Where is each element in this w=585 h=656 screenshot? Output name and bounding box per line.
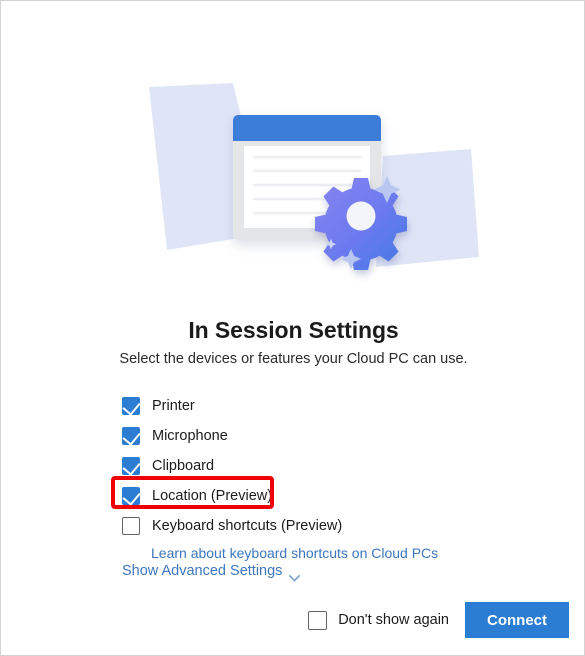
checkbox-dont-show-again[interactable] — [308, 610, 328, 630]
checkbox-printer[interactable] — [122, 397, 141, 416]
settings-window-gear-illustration — [1, 1, 584, 301]
check-icon — [122, 397, 141, 416]
option-label-microphone: Microphone — [152, 428, 228, 444]
option-row-keyboard-shortcuts[interactable]: Keyboard shortcuts (Preview) — [122, 511, 522, 541]
connect-button[interactable]: Connect — [465, 602, 569, 638]
page-subtitle: Select the devices or features your Clou… — [119, 351, 468, 367]
keyboard-help-link-row: Learn about keyboard shortcuts on Cloud … — [122, 541, 522, 565]
option-row-clipboard[interactable]: Clipboard — [122, 451, 522, 481]
option-label-clipboard: Clipboard — [152, 458, 215, 474]
page-title: In Session Settings — [188, 317, 399, 343]
dialog-footer: Don't show again Connect — [1, 601, 584, 639]
show-advanced-settings-toggle[interactable]: Show Advanced Settings — [122, 563, 301, 582]
option-row-microphone[interactable]: Microphone — [122, 421, 522, 451]
checkbox-keyboard-shortcuts[interactable] — [122, 517, 140, 535]
option-label-location: Location (Preview) — [152, 488, 273, 504]
option-label-printer: Printer — [152, 398, 195, 414]
option-row-printer[interactable]: Printer — [122, 391, 522, 421]
checkbox-clipboard[interactable] — [122, 457, 141, 476]
device-options-list: Printer Microphone Clipboard Location (P… — [122, 391, 522, 565]
in-session-settings-dialog: In Session Settings Select the devices o… — [0, 0, 585, 656]
dont-show-again-label: Don't show again — [338, 612, 449, 628]
chevron-down-icon — [289, 569, 301, 582]
check-icon — [122, 487, 141, 506]
option-label-keyboard-shortcuts: Keyboard shortcuts (Preview) — [152, 518, 343, 534]
keyboard-help-link[interactable]: Learn about keyboard shortcuts on Cloud … — [151, 545, 438, 561]
checkbox-microphone[interactable] — [122, 427, 141, 446]
check-icon — [122, 457, 141, 476]
dont-show-again-row[interactable]: Don't show again — [308, 610, 449, 630]
check-icon — [122, 427, 141, 446]
checkbox-location[interactable] — [122, 487, 141, 506]
option-row-location[interactable]: Location (Preview) — [122, 481, 522, 511]
show-advanced-settings-label: Show Advanced Settings — [122, 563, 283, 579]
